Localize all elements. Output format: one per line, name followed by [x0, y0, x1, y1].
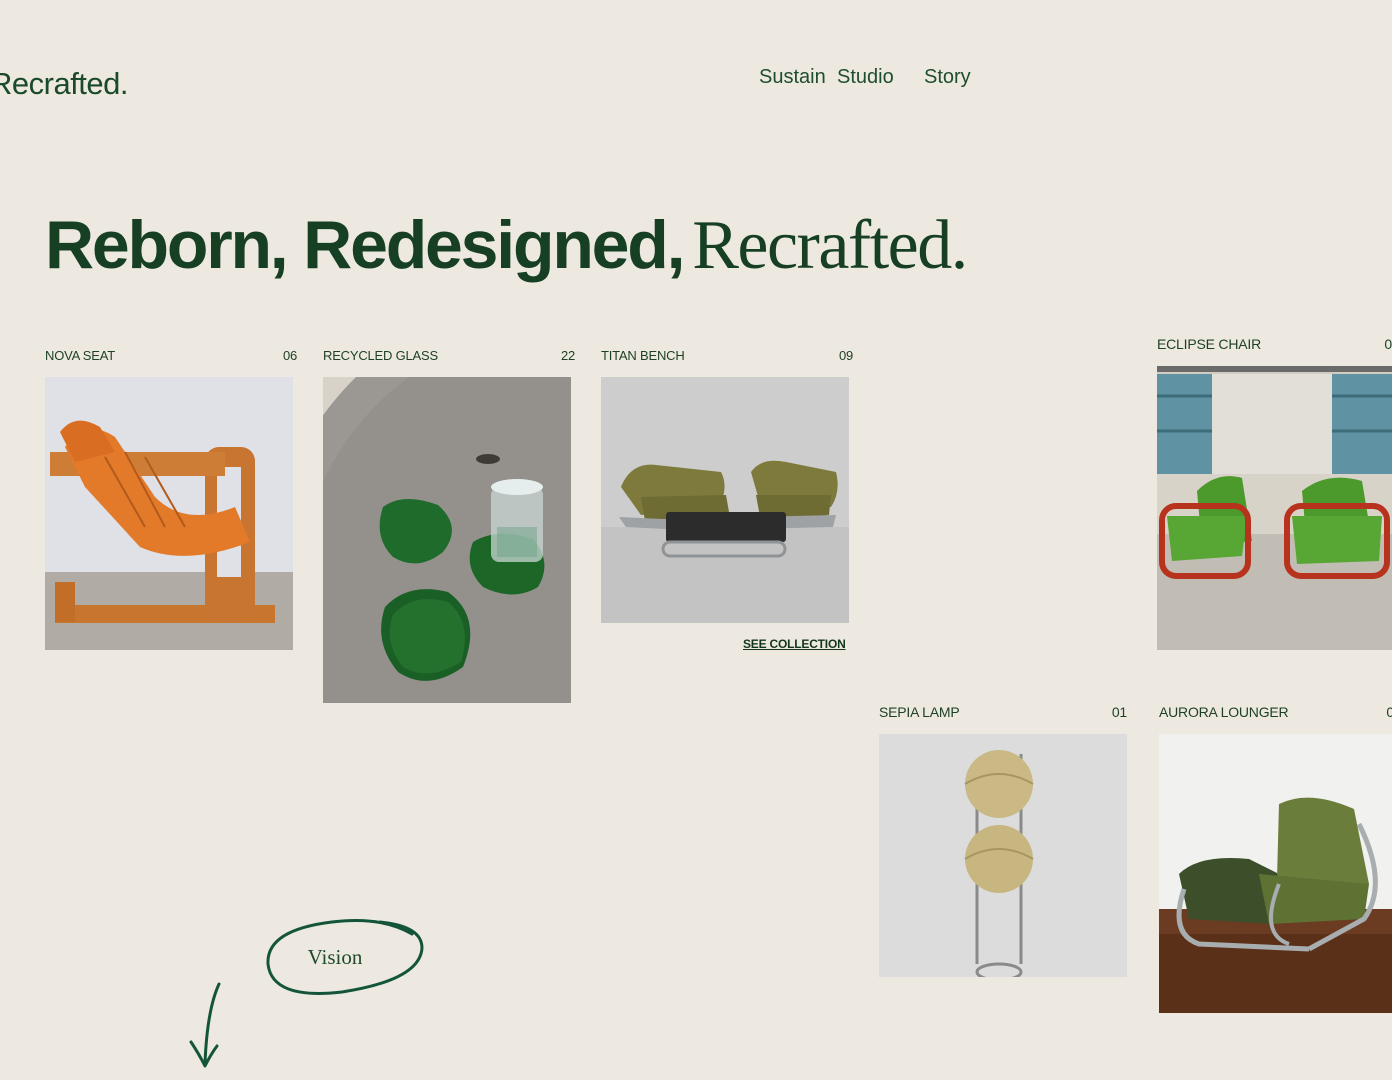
- product-image-sepia-lamp[interactable]: [879, 734, 1127, 977]
- product-count: 01: [1111, 704, 1127, 720]
- product-name: SEPIA LAMP: [879, 704, 960, 720]
- product-count: 09: [838, 348, 853, 363]
- brand-logo[interactable]: Recrafted.: [0, 66, 129, 102]
- product-image-nova-seat[interactable]: [45, 377, 293, 650]
- product-count: 06: [282, 348, 297, 363]
- vision-link[interactable]: Vision: [262, 912, 428, 1000]
- hero-headline-serif: Recrafted.: [692, 207, 968, 284]
- product-name: AURORA LOUNGER: [1159, 704, 1289, 720]
- product-count: 22: [560, 348, 575, 363]
- product-card-header: ECLIPSE CHAIR 0: [1157, 336, 1392, 356]
- product-image-eclipse-chair[interactable]: [1157, 366, 1392, 650]
- product-card-aurora-lounger[interactable]: AURORA LOUNGER 0: [1159, 704, 1392, 1013]
- product-name: NOVA SEAT: [45, 348, 115, 363]
- product-name: RECYCLED GLASS: [323, 348, 438, 363]
- nav-item-studio[interactable]: Studio: [837, 66, 894, 89]
- product-name: TITAN BENCH: [601, 348, 685, 363]
- vision-label: Vision: [307, 945, 363, 969]
- product-card-recycled-glass[interactable]: RECYCLED GLASS 22: [323, 348, 575, 703]
- product-name: ECLIPSE CHAIR: [1157, 336, 1261, 352]
- product-image-aurora-lounger[interactable]: [1159, 734, 1392, 1013]
- nav-item-story[interactable]: Story: [924, 66, 971, 89]
- product-card-eclipse-chair[interactable]: ECLIPSE CHAIR 0: [1157, 336, 1392, 650]
- product-card-header: SEPIA LAMP 01: [879, 704, 1127, 724]
- product-count: 0: [1384, 336, 1392, 352]
- product-card-header: RECYCLED GLASS 22: [323, 348, 575, 368]
- hero-headline: Reborn, Redesigned, Recrafted.: [45, 206, 968, 286]
- product-card-titan-bench[interactable]: TITAN BENCH 09 SEE COLLECTION: [601, 348, 853, 651]
- product-image-recycled-glass[interactable]: [323, 377, 571, 703]
- nav-item-sustain[interactable]: Sustain: [759, 66, 826, 89]
- arrow-down-icon: [189, 982, 221, 1068]
- see-collection-link[interactable]: SEE COLLECTION: [743, 637, 846, 651]
- product-image-titan-bench[interactable]: [601, 377, 849, 623]
- product-card-header: TITAN BENCH 09: [601, 348, 853, 368]
- product-card-sepia-lamp[interactable]: SEPIA LAMP 01: [879, 704, 1127, 977]
- product-card-header: AURORA LOUNGER 0: [1159, 704, 1392, 724]
- product-card-nova-seat[interactable]: NOVA SEAT 06: [45, 348, 297, 650]
- product-card-header: NOVA SEAT 06: [45, 348, 297, 368]
- hero-headline-bold: Reborn, Redesigned,: [45, 207, 686, 283]
- product-count: 0: [1386, 704, 1392, 720]
